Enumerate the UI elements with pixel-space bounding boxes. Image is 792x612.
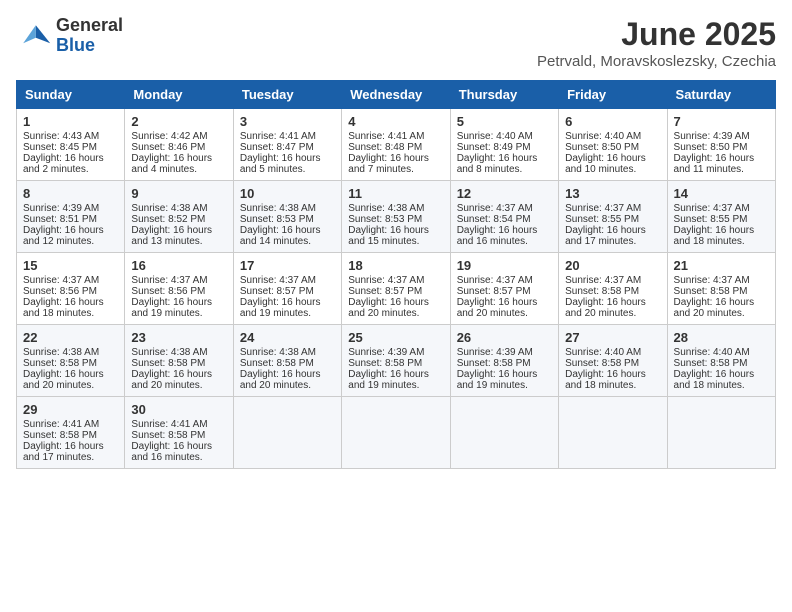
day-number: 3 — [240, 114, 335, 129]
table-row: 8 Sunrise: 4:39 AMSunset: 8:51 PMDayligh… — [17, 181, 125, 253]
empty-cell — [450, 397, 558, 469]
day-number: 13 — [565, 186, 660, 201]
day-number: 18 — [348, 258, 443, 273]
table-row: 1 Sunrise: 4:43 AMSunset: 8:45 PMDayligh… — [17, 109, 125, 181]
table-row: 20 Sunrise: 4:37 AMSunset: 8:58 PMDaylig… — [559, 253, 667, 325]
logo-blue-text: Blue — [56, 36, 123, 56]
day-number: 17 — [240, 258, 335, 273]
calendar-row-2: 8 Sunrise: 4:39 AMSunset: 8:51 PMDayligh… — [17, 181, 776, 253]
table-row: 10 Sunrise: 4:38 AMSunset: 8:53 PMDaylig… — [233, 181, 341, 253]
table-row: 27 Sunrise: 4:40 AMSunset: 8:58 PMDaylig… — [559, 325, 667, 397]
logo-icon — [16, 18, 52, 54]
table-row: 5 Sunrise: 4:40 AMSunset: 8:49 PMDayligh… — [450, 109, 558, 181]
day-number: 1 — [23, 114, 118, 129]
day-number: 16 — [131, 258, 226, 273]
calendar-row-3: 15 Sunrise: 4:37 AMSunset: 8:56 PMDaylig… — [17, 253, 776, 325]
day-number: 10 — [240, 186, 335, 201]
day-number: 11 — [348, 186, 443, 201]
day-number: 6 — [565, 114, 660, 129]
logo-text: General Blue — [56, 16, 123, 56]
table-row: 17 Sunrise: 4:37 AMSunset: 8:57 PMDaylig… — [233, 253, 341, 325]
header-wednesday: Wednesday — [342, 81, 450, 109]
empty-cell — [559, 397, 667, 469]
day-number: 2 — [131, 114, 226, 129]
day-number: 4 — [348, 114, 443, 129]
table-row: 9 Sunrise: 4:38 AMSunset: 8:52 PMDayligh… — [125, 181, 233, 253]
table-row: 19 Sunrise: 4:37 AMSunset: 8:57 PMDaylig… — [450, 253, 558, 325]
page-header: General Blue June 2025 Petrvald, Moravsk… — [16, 16, 776, 70]
day-number: 5 — [457, 114, 552, 129]
table-row: 6 Sunrise: 4:40 AMSunset: 8:50 PMDayligh… — [559, 109, 667, 181]
table-row: 16 Sunrise: 4:37 AMSunset: 8:56 PMDaylig… — [125, 253, 233, 325]
table-row: 15 Sunrise: 4:37 AMSunset: 8:56 PMDaylig… — [17, 253, 125, 325]
day-number: 7 — [674, 114, 769, 129]
table-row: 13 Sunrise: 4:37 AMSunset: 8:55 PMDaylig… — [559, 181, 667, 253]
day-number: 24 — [240, 330, 335, 345]
logo: General Blue — [16, 16, 123, 56]
empty-cell — [342, 397, 450, 469]
table-row: 22 Sunrise: 4:38 AMSunset: 8:58 PMDaylig… — [17, 325, 125, 397]
logo-general-text: General — [56, 16, 123, 36]
header-tuesday: Tuesday — [233, 81, 341, 109]
calendar-row-1: 1 Sunrise: 4:43 AMSunset: 8:45 PMDayligh… — [17, 109, 776, 181]
table-row: 18 Sunrise: 4:37 AMSunset: 8:57 PMDaylig… — [342, 253, 450, 325]
header-saturday: Saturday — [667, 81, 775, 109]
header-sunday: Sunday — [17, 81, 125, 109]
calendar-row-5: 29 Sunrise: 4:41 AMSunset: 8:58 PMDaylig… — [17, 397, 776, 469]
table-row: 23 Sunrise: 4:38 AMSunset: 8:58 PMDaylig… — [125, 325, 233, 397]
table-row: 29 Sunrise: 4:41 AMSunset: 8:58 PMDaylig… — [17, 397, 125, 469]
day-number: 21 — [674, 258, 769, 273]
calendar-table: Sunday Monday Tuesday Wednesday Thursday… — [16, 80, 776, 469]
day-number: 25 — [348, 330, 443, 345]
day-number: 20 — [565, 258, 660, 273]
day-number: 28 — [674, 330, 769, 345]
table-row: 11 Sunrise: 4:38 AMSunset: 8:53 PMDaylig… — [342, 181, 450, 253]
table-row: 28 Sunrise: 4:40 AMSunset: 8:58 PMDaylig… — [667, 325, 775, 397]
table-row: 24 Sunrise: 4:38 AMSunset: 8:58 PMDaylig… — [233, 325, 341, 397]
day-number: 30 — [131, 402, 226, 417]
table-row: 21 Sunrise: 4:37 AMSunset: 8:58 PMDaylig… — [667, 253, 775, 325]
day-number: 26 — [457, 330, 552, 345]
day-number: 8 — [23, 186, 118, 201]
day-number: 12 — [457, 186, 552, 201]
calendar-row-4: 22 Sunrise: 4:38 AMSunset: 8:58 PMDaylig… — [17, 325, 776, 397]
header-monday: Monday — [125, 81, 233, 109]
table-row: 12 Sunrise: 4:37 AMSunset: 8:54 PMDaylig… — [450, 181, 558, 253]
table-row: 4 Sunrise: 4:41 AMSunset: 8:48 PMDayligh… — [342, 109, 450, 181]
day-number: 27 — [565, 330, 660, 345]
day-number: 15 — [23, 258, 118, 273]
location-subtitle: Petrvald, Moravskoslezsky, Czechia — [537, 53, 776, 70]
table-row: 30 Sunrise: 4:41 AMSunset: 8:58 PMDaylig… — [125, 397, 233, 469]
title-area: June 2025 Petrvald, Moravskoslezsky, Cze… — [537, 16, 776, 70]
table-row: 26 Sunrise: 4:39 AMSunset: 8:58 PMDaylig… — [450, 325, 558, 397]
month-title: June 2025 — [537, 16, 776, 53]
day-number: 19 — [457, 258, 552, 273]
day-number: 14 — [674, 186, 769, 201]
empty-cell — [233, 397, 341, 469]
table-row: 25 Sunrise: 4:39 AMSunset: 8:58 PMDaylig… — [342, 325, 450, 397]
table-row: 2 Sunrise: 4:42 AMSunset: 8:46 PMDayligh… — [125, 109, 233, 181]
header-friday: Friday — [559, 81, 667, 109]
table-row: 3 Sunrise: 4:41 AMSunset: 8:47 PMDayligh… — [233, 109, 341, 181]
day-number: 23 — [131, 330, 226, 345]
empty-cell — [667, 397, 775, 469]
header-thursday: Thursday — [450, 81, 558, 109]
weekday-header-row: Sunday Monday Tuesday Wednesday Thursday… — [17, 81, 776, 109]
table-row: 14 Sunrise: 4:37 AMSunset: 8:55 PMDaylig… — [667, 181, 775, 253]
day-number: 9 — [131, 186, 226, 201]
day-number: 29 — [23, 402, 118, 417]
table-row: 7 Sunrise: 4:39 AMSunset: 8:50 PMDayligh… — [667, 109, 775, 181]
day-number: 22 — [23, 330, 118, 345]
